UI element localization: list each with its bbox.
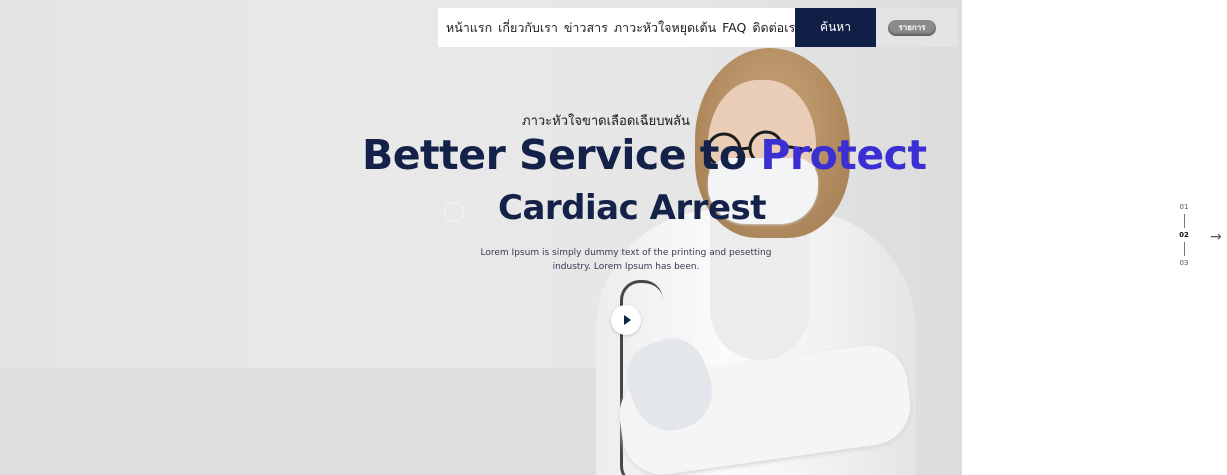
hero-background-panel	[0, 368, 620, 475]
pager-item-03[interactable]: 03	[1176, 259, 1192, 267]
slider-pager: 01 02 03	[1176, 203, 1192, 267]
play-icon	[624, 315, 631, 325]
nav-link-news[interactable]: ข่าวสาร	[564, 18, 608, 38]
arrow-right-icon[interactable]: →	[1210, 229, 1222, 245]
headline-accent: Protect	[760, 131, 927, 179]
pager-item-01[interactable]: 01	[1176, 203, 1192, 211]
pager-item-02[interactable]: 02	[1176, 231, 1192, 239]
nav-link-cardiac-arrest[interactable]: ภาวะหัวใจหยุดเต้น	[614, 18, 716, 38]
hero-description: Lorem Ipsum is simply dummy text of the …	[480, 248, 772, 272]
hero-headline-line2: Cardiac Arrest	[498, 188, 767, 228]
nav-link-home[interactable]: หน้าแรก	[446, 18, 492, 38]
search-button[interactable]: ค้นหา	[795, 8, 876, 47]
nav-links: หน้าแรก เกี่ยวกับเรา ข่าวสาร ภาวะหัวใจหย…	[438, 8, 795, 47]
hero-banner: ภาวะหัวใจขาดเลือดเฉียบพลัน Better Servic…	[0, 0, 962, 475]
hero-subtitle: ภาวะหัวใจขาดเลือดเฉียบพลัน	[522, 114, 690, 129]
pager-divider	[1183, 242, 1185, 256]
top-navigation: หน้าแรก เกี่ยวกับเรา ข่าวสาร ภาวะหัวใจหย…	[438, 8, 958, 47]
pager-divider	[1183, 214, 1185, 228]
headline-main: Better Service to	[362, 131, 761, 179]
nav-link-about[interactable]: เกี่ยวกับเรา	[498, 18, 558, 38]
play-video-button[interactable]	[611, 305, 641, 335]
menu-pill-button[interactable]: รายการ	[888, 19, 936, 36]
nav-link-faq[interactable]: FAQ	[722, 20, 746, 35]
nav-link-contact[interactable]: ติดต่อเรา	[752, 18, 795, 38]
hero-headline: Better Service to Protect	[362, 131, 927, 179]
